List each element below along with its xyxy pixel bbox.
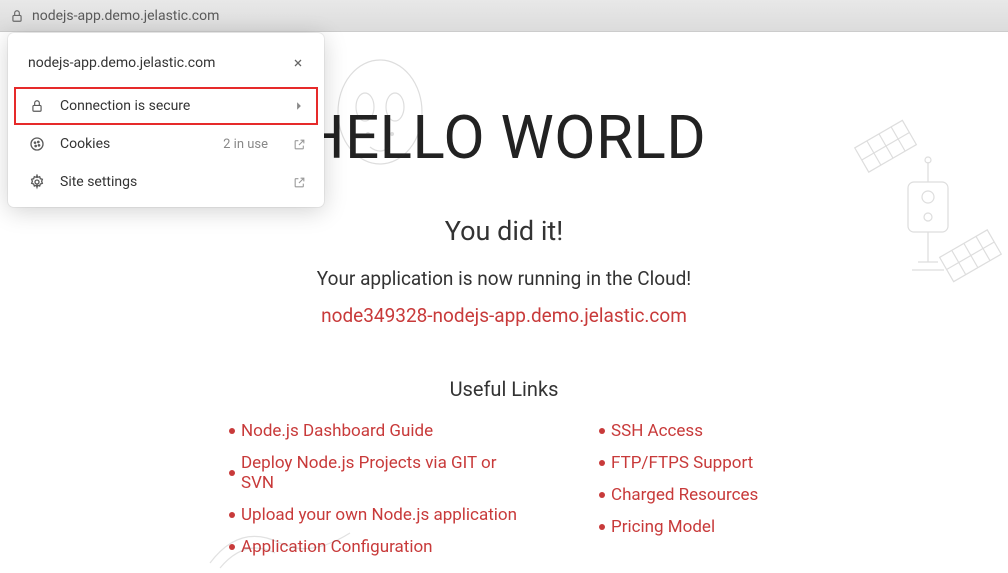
link-ssh-access[interactable]: SSH Access (599, 415, 779, 447)
useful-links-heading: Useful Links (0, 377, 1008, 401)
link-label: Pricing Model (611, 517, 715, 537)
gear-icon (28, 173, 46, 191)
link-label: Charged Resources (611, 485, 758, 505)
link-pricing-model[interactable]: Pricing Model (599, 511, 779, 543)
link-charged-resources[interactable]: Charged Resources (599, 479, 779, 511)
connection-secure-item[interactable]: Connection is secure (14, 87, 318, 125)
bullet-icon (229, 470, 235, 476)
chevron-right-icon (290, 97, 308, 115)
bullet-icon (599, 524, 605, 530)
site-info-dropdown: nodejs-app.demo.jelastic.com Connection … (8, 33, 324, 207)
bullet-icon (229, 428, 235, 434)
link-label: SSH Access (611, 421, 703, 441)
external-link-icon (290, 173, 308, 191)
bullet-icon (599, 460, 605, 466)
cookies-label: Cookies (60, 136, 209, 152)
link-ftp-support[interactable]: FTP/FTPS Support (599, 447, 779, 479)
link-deploy-git-svn[interactable]: Deploy Node.js Projects via GIT or SVN (229, 447, 529, 499)
alien-doodle (320, 52, 440, 212)
bullet-icon (599, 492, 605, 498)
link-dashboard-guide[interactable]: Node.js Dashboard Guide (229, 415, 529, 447)
bullet-icon (599, 428, 605, 434)
lock-icon (10, 9, 24, 23)
address-url: nodejs-app.demo.jelastic.com (32, 8, 219, 24)
connection-label: Connection is secure (60, 98, 276, 114)
external-link-icon (290, 135, 308, 153)
browser-address-bar[interactable]: nodejs-app.demo.jelastic.com (0, 0, 1008, 32)
close-button[interactable] (288, 53, 308, 73)
cookie-icon (28, 135, 46, 153)
bottom-doodle (200, 513, 360, 573)
link-label: Node.js Dashboard Guide (241, 421, 433, 441)
site-settings-label: Site settings (60, 174, 276, 190)
links-columns: Node.js Dashboard Guide Deploy Node.js P… (0, 415, 1008, 563)
link-label: FTP/FTPS Support (611, 453, 753, 473)
cookies-item[interactable]: Cookies 2 in use (8, 125, 324, 163)
links-col-2: SSH Access FTP/FTPS Support Charged Reso… (599, 415, 779, 563)
satellite-doodle (848, 92, 1008, 312)
cookies-count: 2 in use (223, 137, 268, 152)
close-icon (292, 57, 304, 69)
lock-icon (28, 97, 46, 115)
dropdown-domain: nodejs-app.demo.jelastic.com (28, 55, 215, 71)
site-settings-item[interactable]: Site settings (8, 163, 324, 201)
link-label: Deploy Node.js Projects via GIT or SVN (241, 453, 529, 493)
